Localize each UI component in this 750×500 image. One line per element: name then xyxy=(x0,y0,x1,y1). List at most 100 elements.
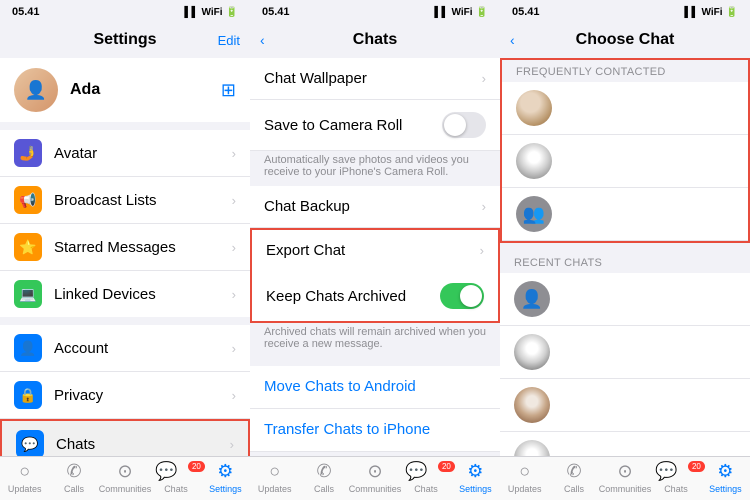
tab-bar-3: ○ Updates ✆ Calls ⊙ Communities 💬 20 Cha… xyxy=(500,456,750,500)
rc-contact-2[interactable] xyxy=(500,326,750,379)
tab-communities-2[interactable]: ⊙ Communities xyxy=(349,461,402,494)
chat-wallpaper-item[interactable]: Chat Wallpaper › xyxy=(250,58,500,100)
tab-calls-3[interactable]: ✆ Calls xyxy=(549,461,598,494)
rc-contact-4[interactable] xyxy=(500,432,750,456)
save-camera-toggle[interactable] xyxy=(442,112,486,138)
back-button-2[interactable]: ‹ xyxy=(260,32,265,48)
linked-label: Linked Devices xyxy=(54,286,220,303)
export-chat-item[interactable]: Export Chat › xyxy=(250,228,500,273)
chats-badge-2: 20 xyxy=(438,461,455,472)
chats-tab-icon-2: 💬 xyxy=(405,461,427,481)
transfer-iphone-item[interactable]: Transfer Chats to iPhone xyxy=(250,409,500,452)
settings-item-account[interactable]: 👤 Account › xyxy=(0,325,250,372)
chat-backup-label: Chat Backup xyxy=(264,198,482,215)
keep-archived-toggle[interactable] xyxy=(440,283,484,309)
choose-chat-title: Choose Chat xyxy=(564,22,687,58)
tab-updates-1[interactable]: ○ Updates xyxy=(0,461,49,494)
settings-item-linked[interactable]: 💻 Linked Devices › xyxy=(0,271,250,317)
rc-contact-3[interactable] xyxy=(500,379,750,432)
rc-avatar-1: 👤 xyxy=(514,281,550,317)
section-general: 🤳 Avatar › 📢 Broadcast Lists › ⭐ Starred… xyxy=(0,130,250,317)
tab-settings-3[interactable]: ⚙ Settings xyxy=(701,461,750,494)
profile-name: Ada xyxy=(70,81,209,99)
settings-item-chats[interactable]: 💬 Chats › xyxy=(0,419,250,456)
chats-settings-section: Chat Wallpaper › Save to Camera Roll Aut… xyxy=(250,58,500,358)
settings-tab-icon: ⚙ xyxy=(217,461,233,482)
updates-icon-3: ○ xyxy=(519,461,530,482)
settings-item-starred[interactable]: ⭐ Starred Messages › xyxy=(0,224,250,271)
updates-icon-2: ○ xyxy=(269,461,280,482)
chats-panel-title: Chats xyxy=(341,22,409,58)
tab-chats-3[interactable]: 💬 20 Chats xyxy=(651,461,700,494)
settings-header: Settings Edit xyxy=(0,22,250,58)
calls-icon-2: ✆ xyxy=(317,461,332,482)
avatar-label: Avatar xyxy=(54,145,220,162)
move-android-label: Move Chats to Android xyxy=(264,378,416,395)
tab-calls-1[interactable]: ✆ Calls xyxy=(49,461,98,494)
chats-label: Chats xyxy=(56,436,218,453)
broadcast-chevron: › xyxy=(232,193,236,208)
tab-chats-2[interactable]: 💬 20 Chats xyxy=(401,461,450,494)
status-icons-3: ▌▌ WiFi 🔋 xyxy=(684,7,738,18)
fc-contact-1[interactable] xyxy=(502,82,748,135)
broadcast-label: Broadcast Lists xyxy=(54,192,220,209)
profile-row[interactable]: 👤 Ada ⊞ xyxy=(0,58,250,122)
settings-item-avatar[interactable]: 🤳 Avatar › xyxy=(0,130,250,177)
fc-contact-2[interactable] xyxy=(502,135,748,188)
fc-avatar-3: 👥 xyxy=(516,196,552,232)
status-icons-1: ▌▌ WiFi 🔋 xyxy=(184,7,238,18)
fc-avatar-1 xyxy=(516,90,552,126)
avatar-icon: 🤳 xyxy=(14,139,42,167)
settings-title: Settings xyxy=(81,22,168,58)
edit-button[interactable]: Edit xyxy=(218,33,240,48)
account-chevron: › xyxy=(232,341,236,356)
communities-icon: ⊙ xyxy=(117,461,132,481)
communities-icon-2: ⊙ xyxy=(367,461,382,482)
settings-item-privacy[interactable]: 🔒 Privacy › xyxy=(0,372,250,419)
tab-settings-1[interactable]: ⚙ Settings xyxy=(201,461,250,494)
tab-updates-2[interactable]: ○ Updates xyxy=(250,461,299,494)
chats-panel: 05.41 ▌▌ WiFi 🔋 ‹ Chats Chat Wallpaper ›… xyxy=(250,0,500,500)
tab-updates-3[interactable]: ○ Updates xyxy=(500,461,549,494)
tab-bar-1: ○ Updates ✆ Calls ⊙ Communities 💬 20 Cha… xyxy=(0,456,250,500)
tab-calls-2[interactable]: ✆ Calls xyxy=(299,461,348,494)
fc-avatar-2 xyxy=(516,143,552,179)
linked-chevron: › xyxy=(232,287,236,302)
tab-communities-1[interactable]: ⊙ Communities xyxy=(99,461,152,494)
choose-chat-panel: 05.41 ▌▌ WiFi 🔋 ‹ Choose Chat FREQUENTLY… xyxy=(500,0,750,500)
qr-icon[interactable]: ⊞ xyxy=(221,80,236,101)
broadcast-icon: 📢 xyxy=(14,186,42,214)
tab-settings-2[interactable]: ⚙ Settings xyxy=(451,461,500,494)
privacy-icon: 🔒 xyxy=(14,381,42,409)
move-android-item[interactable]: Move Chats to Android xyxy=(250,366,500,409)
chats-badge: 20 xyxy=(188,461,205,472)
chats-tab-icon: 💬 xyxy=(155,461,177,481)
tab-communities-3[interactable]: ⊙ Communities xyxy=(599,461,652,494)
tab-chats-1[interactable]: 💬 20 Chats xyxy=(151,461,200,494)
save-camera-item[interactable]: Save to Camera Roll xyxy=(250,100,500,151)
linked-icon: 💻 xyxy=(14,280,42,308)
keep-archived-item[interactable]: Keep Chats Archived xyxy=(250,271,500,323)
time-1: 05.41 xyxy=(12,6,40,18)
fc-contact-3[interactable]: 👥 xyxy=(502,188,748,241)
time-3: 05.41 xyxy=(512,6,540,18)
starred-icon: ⭐ xyxy=(14,233,42,261)
rc-avatar-2 xyxy=(514,334,550,370)
settings-tab-icon-3: ⚙ xyxy=(717,461,733,482)
chat-backup-item[interactable]: Chat Backup › xyxy=(250,186,500,228)
rc-contact-1[interactable]: 👤 xyxy=(500,273,750,326)
account-icon: 👤 xyxy=(14,334,42,362)
chat-wallpaper-chevron: › xyxy=(482,71,486,86)
chats-chevron: › xyxy=(230,437,234,452)
tab-bar-2: ○ Updates ✆ Calls ⊙ Communities 💬 20 Cha… xyxy=(250,456,500,500)
toggle-knob xyxy=(444,114,466,136)
avatar: 👤 xyxy=(14,68,58,112)
keep-archived-subtext: Archived chats will remain archived when… xyxy=(250,323,500,358)
privacy-label: Privacy xyxy=(54,387,220,404)
back-button-3[interactable]: ‹ xyxy=(510,32,515,48)
settings-item-broadcast[interactable]: 📢 Broadcast Lists › xyxy=(0,177,250,224)
recent-chats-header: RECENT CHATS xyxy=(500,251,750,273)
save-camera-subtext: Automatically save photos and videos you… xyxy=(250,151,500,186)
settings-panel: 05.41 ▌▌ WiFi 🔋 Settings Edit 👤 Ada ⊞ 🤳 … xyxy=(0,0,250,500)
calls-icon: ✆ xyxy=(67,461,82,482)
